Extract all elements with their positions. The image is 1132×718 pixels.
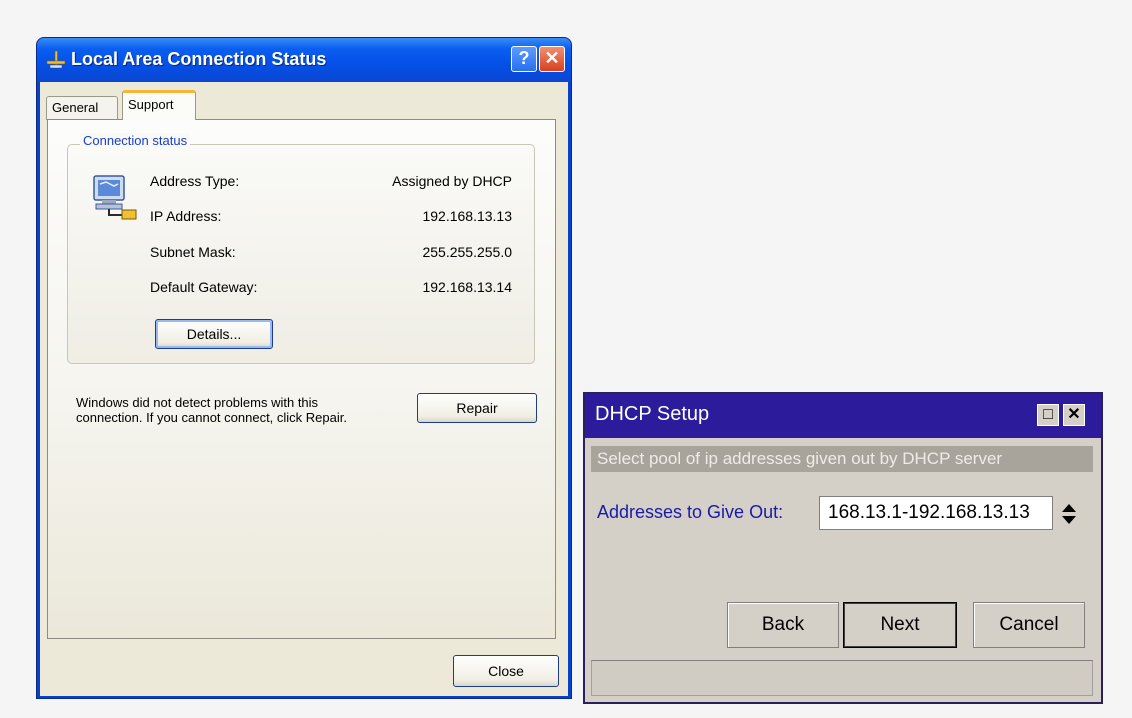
subnet-mask-value: 255.255.255.0 (422, 244, 512, 260)
addresses-input[interactable]: 168.13.1-192.168.13.13 (819, 496, 1053, 530)
ip-address-value: 192.168.13.13 (422, 208, 512, 224)
help-button[interactable]: ? (511, 46, 537, 72)
lan-title-bar[interactable]: Local Area Connection Status ? ✕ (37, 38, 571, 82)
connection-status-legend: Connection status (80, 133, 191, 148)
dhcp-window-title: DHCP Setup (595, 403, 710, 425)
next-button[interactable]: Next (843, 602, 957, 648)
address-type-label: Address Type: (150, 173, 240, 189)
default-gateway-value: 192.168.13.14 (422, 279, 512, 295)
close-window-button[interactable]: ✕ (539, 46, 565, 72)
details-button[interactable]: Details... (155, 319, 273, 349)
default-gateway-label: Default Gateway: (150, 279, 258, 295)
ip-address-label: IP Address: (150, 208, 222, 224)
lan-status-window: Local Area Connection Status ? ✕ General… (36, 37, 572, 699)
maximize-button[interactable]: □ (1037, 404, 1059, 426)
repair-message: Windows did not detect problems with thi… (76, 395, 347, 425)
address-type-value: Assigned by DHCP (392, 173, 512, 189)
dhcp-close-button[interactable]: ✕ (1063, 404, 1085, 426)
dhcp-instruction-banner: Select pool of ip addresses given out by… (591, 446, 1093, 472)
back-button[interactable]: Back (727, 602, 839, 648)
close-button[interactable]: Close (453, 655, 559, 687)
dhcp-setup-window: DHCP Setup □ ✕ Select pool of ip address… (583, 392, 1103, 704)
dhcp-status-bar (591, 660, 1093, 696)
lan-client-area: General Support Connection status Addres… (40, 82, 568, 696)
addresses-label: Addresses to Give Out: (597, 502, 784, 522)
tab-general[interactable]: General (46, 96, 118, 120)
spinner-arrows-icon[interactable] (1059, 500, 1079, 528)
subnet-mask-label: Subnet Mask: (150, 244, 236, 260)
cancel-button[interactable]: Cancel (973, 602, 1085, 648)
lan-window-title: Local Area Connection Status (71, 49, 327, 69)
repair-button[interactable]: Repair (417, 393, 537, 423)
tab-support[interactable]: Support (122, 90, 196, 120)
network-connection-icon (46, 50, 66, 69)
network-computer-icon (93, 175, 137, 220)
dhcp-title-bar[interactable]: DHCP Setup □ ✕ (585, 394, 1101, 438)
